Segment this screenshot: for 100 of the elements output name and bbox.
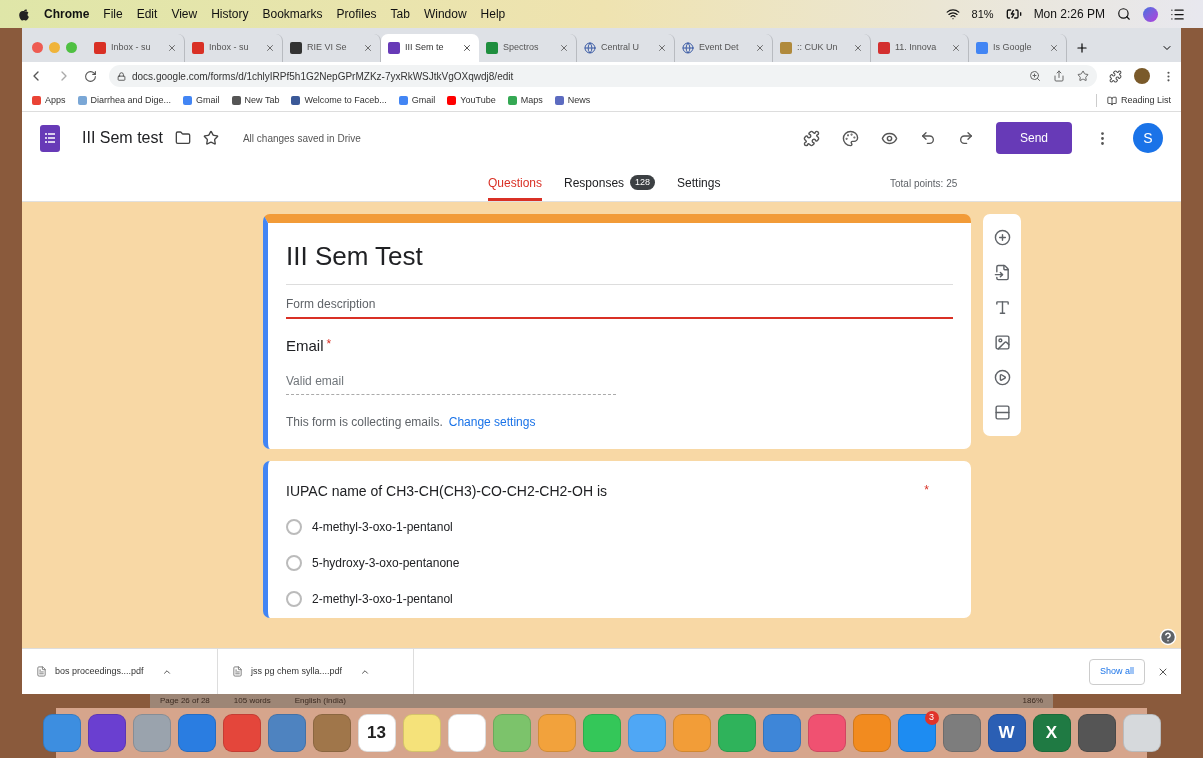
- form-description-field[interactable]: Form description: [286, 285, 953, 319]
- redo-icon[interactable]: [958, 130, 974, 146]
- folder-icon[interactable]: [174, 130, 191, 146]
- new-tab-icon[interactable]: [1075, 41, 1089, 55]
- undo-icon[interactable]: [920, 130, 936, 146]
- app-icon[interactable]: [312, 714, 351, 752]
- app-icon[interactable]: [897, 714, 936, 752]
- zoom-icon[interactable]: [1029, 70, 1041, 82]
- app-icon[interactable]: [267, 714, 306, 752]
- option-label[interactable]: 2-methyl-3-oxo-1-pentanol: [312, 589, 453, 608]
- browser-tab[interactable]: III Sem te: [381, 34, 479, 62]
- bookmark-item[interactable]: YouTube: [447, 93, 496, 108]
- battery-icon[interactable]: [1005, 6, 1022, 22]
- app-icon[interactable]: [42, 714, 81, 752]
- browser-tab[interactable]: 11. Innova: [871, 34, 969, 62]
- bookmark-item[interactable]: Maps: [507, 93, 543, 108]
- app-icon[interactable]: [807, 714, 846, 752]
- option-label[interactable]: 4-methyl-3-oxo-1-pentanol: [312, 517, 453, 536]
- video-icon[interactable]: [993, 369, 1011, 386]
- close-tab-icon[interactable]: [363, 43, 373, 53]
- menu-item[interactable]: File: [103, 5, 123, 23]
- app-icon[interactable]: [762, 714, 801, 752]
- browser-tab[interactable]: Central U: [577, 34, 675, 62]
- menu-item[interactable]: Bookmarks: [262, 5, 323, 23]
- wifi-icon[interactable]: [945, 7, 960, 21]
- radio-button[interactable]: [286, 590, 302, 607]
- close-window-button[interactable]: [32, 41, 43, 53]
- close-tab-icon[interactable]: [559, 43, 569, 53]
- menu-item[interactable]: Window: [423, 5, 467, 23]
- browser-tab[interactable]: Is Google: [969, 34, 1067, 62]
- app-icon[interactable]: X: [1032, 714, 1071, 752]
- app-icon[interactable]: [1122, 714, 1161, 752]
- profile-avatar[interactable]: [1134, 68, 1150, 84]
- browser-tab[interactable]: Spectros: [479, 34, 577, 62]
- app-icon[interactable]: [447, 714, 486, 752]
- app-icon[interactable]: [177, 714, 216, 752]
- clock[interactable]: Mon 2:26 PM: [1033, 5, 1105, 23]
- extensions-icon[interactable]: [1109, 69, 1122, 83]
- show-all-button[interactable]: Show all: [1088, 658, 1145, 685]
- bookmark-item[interactable]: News: [554, 93, 591, 108]
- forms-logo-icon[interactable]: [40, 124, 60, 152]
- share-icon[interactable]: [1053, 70, 1065, 82]
- bookmark-star-icon[interactable]: [1077, 70, 1089, 82]
- title-text-icon[interactable]: [993, 299, 1011, 316]
- change-settings-link[interactable]: Change settings: [448, 412, 536, 431]
- reading-list-button[interactable]: Reading List: [1095, 93, 1171, 108]
- menu-item[interactable]: Profiles: [336, 5, 377, 23]
- close-tab-icon[interactable]: [1049, 43, 1059, 53]
- help-icon[interactable]: [1159, 628, 1177, 646]
- search-icon[interactable]: [1117, 7, 1131, 21]
- form-title[interactable]: III Sem Test: [286, 237, 953, 285]
- menu-item[interactable]: View: [171, 5, 198, 23]
- siri-icon[interactable]: [1143, 6, 1158, 22]
- apple-logo-icon[interactable]: [18, 7, 30, 21]
- add-ons-icon[interactable]: [803, 129, 820, 147]
- menu-item[interactable]: History: [211, 5, 249, 23]
- menu-item[interactable]: Edit: [136, 5, 158, 23]
- app-menu[interactable]: Chrome: [44, 5, 90, 23]
- app-icon[interactable]: 13: [357, 714, 396, 752]
- document-title[interactable]: III Sem test: [82, 126, 163, 150]
- question-text[interactable]: IUPAC name of CH3-CH(CH3)-CO-CH2-CH2-OH is: [286, 480, 607, 502]
- radio-button[interactable]: [286, 518, 302, 535]
- bookmark-item[interactable]: Welcome to Faceb...: [291, 93, 387, 108]
- bookmark-item[interactable]: Diarrhea and Dige...: [77, 93, 172, 108]
- address-bar[interactable]: docs.google.com/forms/d/1chlyIRPf5h1G2NepGPrMZKz-7yxRkWSJtkVgOXqwdj8/edit: [109, 65, 1097, 87]
- browser-tab[interactable]: Inbox - su: [185, 34, 283, 62]
- option-label[interactable]: 5-hydroxy-3-oxo-pentanone: [312, 553, 460, 572]
- browser-tab[interactable]: Event Det: [675, 34, 773, 62]
- app-icon[interactable]: [942, 714, 981, 752]
- control-center-icon[interactable]: [1170, 6, 1185, 22]
- import-questions-icon[interactable]: [993, 264, 1011, 281]
- bookmark-item[interactable]: Gmail: [183, 93, 220, 108]
- close-tab-icon[interactable]: [657, 43, 667, 53]
- add-question-icon[interactable]: [993, 229, 1011, 246]
- send-button[interactable]: Send: [996, 122, 1072, 154]
- image-icon[interactable]: [993, 334, 1011, 351]
- radio-button[interactable]: [286, 554, 302, 571]
- app-icon[interactable]: [1077, 714, 1116, 752]
- account-avatar[interactable]: S: [1133, 123, 1163, 153]
- browser-tab[interactable]: :: CUK Un: [773, 34, 871, 62]
- star-icon[interactable]: [202, 130, 219, 146]
- form-tab[interactable]: Responses 128: [564, 167, 656, 201]
- bookmark-item[interactable]: Gmail: [398, 93, 436, 108]
- close-tab-icon[interactable]: [462, 43, 472, 53]
- bookmark-item[interactable]: Apps: [32, 93, 66, 108]
- app-icon[interactable]: [87, 714, 126, 752]
- close-tab-icon[interactable]: [951, 43, 961, 53]
- bookmark-item[interactable]: New Tab: [231, 93, 280, 108]
- close-tab-icon[interactable]: [853, 43, 863, 53]
- section-icon[interactable]: [993, 404, 1011, 421]
- app-icon[interactable]: W: [987, 714, 1026, 752]
- menu-item[interactable]: Help: [480, 5, 506, 23]
- close-tab-icon[interactable]: [167, 43, 177, 53]
- reload-icon[interactable]: [84, 69, 97, 83]
- palette-icon[interactable]: [842, 129, 859, 147]
- app-icon[interactable]: [222, 714, 261, 752]
- close-tab-icon[interactable]: [265, 43, 275, 53]
- browser-tab[interactable]: Inbox - su: [87, 34, 185, 62]
- close-tab-icon[interactable]: [755, 43, 765, 53]
- menu-item[interactable]: Tab: [390, 5, 410, 23]
